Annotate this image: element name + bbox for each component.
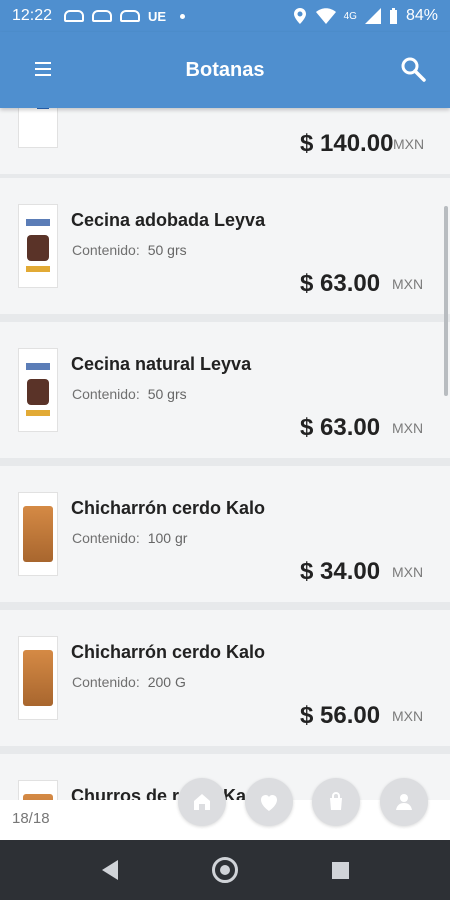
product-image <box>18 636 58 720</box>
product-image <box>18 348 58 432</box>
product-list: $ 140.00 MXN Cecina adobada Leyva Conten… <box>0 108 450 800</box>
product-name: Chicharrón cerdo Kalo <box>71 498 266 518</box>
scrollbar[interactable] <box>444 206 448 396</box>
product-price: $ 140.00 <box>300 130 394 157</box>
app-notification-icon <box>64 10 85 22</box>
shopping-bag-icon <box>330 792 342 810</box>
cart-button[interactable] <box>312 778 360 826</box>
wifi-icon <box>315 8 336 24</box>
android-navigation-bar <box>0 840 450 900</box>
content-label: Contenido: <box>72 530 140 546</box>
product-content: Contenido: 200 G <box>72 674 186 690</box>
product-card[interactable]: Chicharrón cerdo Kalo Contenido: 200 G $ … <box>0 610 450 746</box>
results-count: 18/18 <box>12 810 50 827</box>
battery-percent: 84% <box>405 7 438 24</box>
network-type: 4G <box>343 10 357 22</box>
product-currency: MXN <box>392 564 424 580</box>
content-label: Contenido: <box>72 674 140 690</box>
product-currency: MXN <box>392 276 424 292</box>
status-right: 4G 84% <box>292 7 438 25</box>
menu-icon[interactable] <box>35 62 51 76</box>
recent-apps-button[interactable] <box>326 856 354 884</box>
product-currency: MXN <box>392 420 424 436</box>
home-icon <box>194 794 210 810</box>
favorites-button[interactable] <box>245 778 293 826</box>
heart-icon <box>261 795 277 811</box>
product-card[interactable]: Cecina adobada Leyva Contenido: 50 grs $ … <box>0 178 450 314</box>
product-currency: MXN <box>393 136 425 152</box>
product-price: $ 56.00 <box>300 702 381 729</box>
back-button[interactable] <box>96 856 124 884</box>
app-bar: Botanas <box>0 32 450 108</box>
product-name-visible: Churros de r <box>71 786 180 800</box>
profile-button[interactable] <box>380 778 428 826</box>
app-notification-icon <box>120 10 141 22</box>
search-icon[interactable] <box>400 56 426 82</box>
product-price: $ 63.00 <box>300 414 381 441</box>
content-value: 200 G <box>147 674 186 690</box>
floating-actions <box>178 778 430 828</box>
product-content: Contenido: 100 gr <box>72 530 187 546</box>
user-icon <box>396 794 412 810</box>
battery-icon <box>389 8 397 24</box>
page-title: Botanas <box>185 58 265 81</box>
back-icon <box>102 860 118 880</box>
recent-apps-icon <box>331 861 349 879</box>
home-circle-icon <box>212 857 238 883</box>
content-label: Contenido: <box>72 386 140 402</box>
home-nav-button[interactable] <box>211 856 239 884</box>
product-image <box>18 204 58 288</box>
status-bar: 12:22 UE 4G 84% <box>0 0 450 32</box>
location-icon <box>293 8 306 24</box>
product-image <box>18 108 58 148</box>
app-notification-icon <box>92 10 113 22</box>
product-price: $ 63.00 <box>300 270 381 297</box>
product-name: Cecina natural Leyva <box>71 354 252 374</box>
product-name: Cecina adobada Leyva <box>71 210 266 230</box>
product-price: $ 34.00 <box>300 558 381 585</box>
product-image <box>18 492 58 576</box>
content-label: Contenido: <box>72 242 140 258</box>
product-content: Contenido: 50 grs <box>72 386 187 402</box>
notification-icons: UE <box>64 8 186 24</box>
product-currency: MXN <box>392 708 424 724</box>
product-card[interactable]: Chicharrón cerdo Kalo Contenido: 100 gr $… <box>0 466 450 602</box>
home-button[interactable] <box>178 778 226 826</box>
signal-icon <box>364 8 381 24</box>
status-time: 12:22 <box>12 7 53 24</box>
more-notifications-icon <box>180 13 186 19</box>
product-image <box>18 780 58 800</box>
content-value: 50 grs <box>147 386 187 402</box>
product-card[interactable]: $ 140.00 MXN <box>0 108 450 174</box>
content-value: 100 gr <box>147 530 188 546</box>
notification-label: UE <box>148 8 167 24</box>
product-name: Chicharrón cerdo Kalo <box>71 642 266 662</box>
content-value: 50 grs <box>147 242 187 258</box>
product-card[interactable]: Cecina natural Leyva Contenido: 50 grs $ … <box>0 322 450 458</box>
product-content: Contenido: 50 grs <box>72 242 187 258</box>
